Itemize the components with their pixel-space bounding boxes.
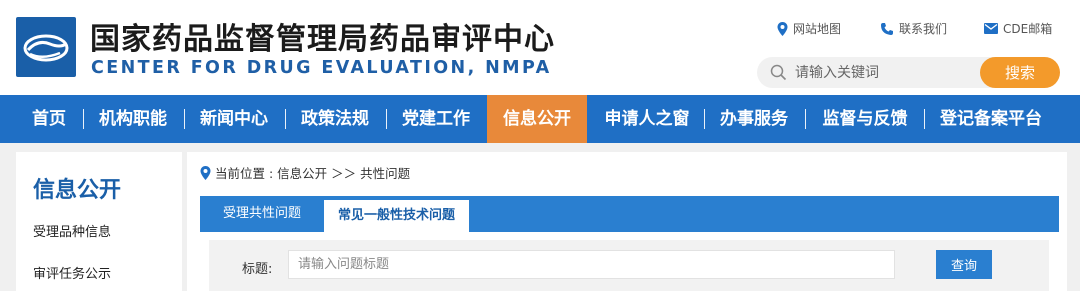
main-content: 当前位置 : 信息公开 ＞＞ 共性问题 受理共性问题 常见一般性技术问题 标题:… <box>187 152 1067 291</box>
site-header: 国家药品监督管理局药品审评中心 CENTER FOR DRUG EVALUATI… <box>0 0 1080 95</box>
nav-item-home[interactable]: 首页 <box>22 95 76 143</box>
site-title-cn: 国家药品监督管理局药品审评中心 <box>90 22 555 57</box>
breadcrumb: 当前位置 : 信息公开 ＞＞ 共性问题 <box>200 163 410 182</box>
search-button[interactable]: 搜索 <box>980 57 1060 88</box>
map-pin-icon <box>777 21 788 36</box>
nav-item-news[interactable]: 新闻中心 <box>194 95 274 143</box>
contact-us-link[interactable]: 联系我们 <box>880 20 947 37</box>
nav-divider <box>83 109 84 129</box>
nav-divider <box>285 109 286 129</box>
nav-divider <box>184 109 185 129</box>
title-label: 标题: <box>242 262 273 277</box>
question-title-input[interactable] <box>288 250 895 279</box>
nav-divider <box>924 109 925 129</box>
tab-general-technical-issues[interactable]: 常见一般性技术问题 <box>324 200 469 232</box>
sidebar-item-review-tasks[interactable]: 审评任务公示 <box>33 263 111 282</box>
nav-item-functions[interactable]: 机构职能 <box>93 95 173 143</box>
tab-common-acceptance-issues[interactable]: 受理共性问题 <box>212 196 312 232</box>
logo-emblem-icon <box>23 34 69 62</box>
nav-divider <box>704 109 705 129</box>
main-nav: 首页 机构职能 新闻中心 政策法规 党建工作 信息公开 申请人之窗 办事服务 监… <box>0 95 1080 143</box>
tab-bar: 受理共性问题 常见一般性技术问题 <box>200 196 1059 232</box>
nav-item-registration[interactable]: 登记备案平台 <box>934 95 1048 143</box>
nav-item-services[interactable]: 办事服务 <box>714 95 794 143</box>
nav-item-applicant[interactable]: 申请人之窗 <box>598 95 696 143</box>
location-pin-icon <box>200 165 211 180</box>
contact-us-label: 联系我们 <box>899 22 948 36</box>
search-icon <box>770 64 787 81</box>
cde-logo[interactable] <box>16 17 76 77</box>
keyword-search-input[interactable] <box>795 57 975 88</box>
site-map-label: 网站地图 <box>793 22 842 36</box>
sidebar-title: 信息公开 <box>33 178 122 203</box>
nav-item-feedback[interactable]: 监督与反馈 <box>815 95 915 143</box>
cde-mail-link[interactable]: CDE邮箱 <box>984 20 1052 37</box>
mail-icon <box>984 23 998 34</box>
breadcrumb-text: 当前位置 : 信息公开 ＞＞ 共性问题 <box>215 166 411 181</box>
site-title-en: CENTER FOR DRUG EVALUATION, NMPA <box>91 58 552 78</box>
sidebar-item-accepted-varieties[interactable]: 受理品种信息 <box>33 221 111 240</box>
header-search: 搜索 <box>757 57 1060 88</box>
query-button[interactable]: 查询 <box>936 250 992 279</box>
cde-mail-label: CDE邮箱 <box>1003 22 1053 36</box>
sidebar: 信息公开 受理品种信息 审评任务公示 <box>16 152 182 291</box>
nav-item-policies[interactable]: 政策法规 <box>295 95 375 143</box>
nav-divider <box>386 109 387 129</box>
search-filter-panel: 标题: 查询 <box>209 240 1049 291</box>
site-map-link[interactable]: 网站地图 <box>777 20 841 37</box>
phone-icon <box>881 22 893 35</box>
nav-item-party[interactable]: 党建工作 <box>396 95 476 143</box>
nav-item-info-disclosure[interactable]: 信息公开 <box>487 95 587 143</box>
nav-divider <box>805 109 806 129</box>
